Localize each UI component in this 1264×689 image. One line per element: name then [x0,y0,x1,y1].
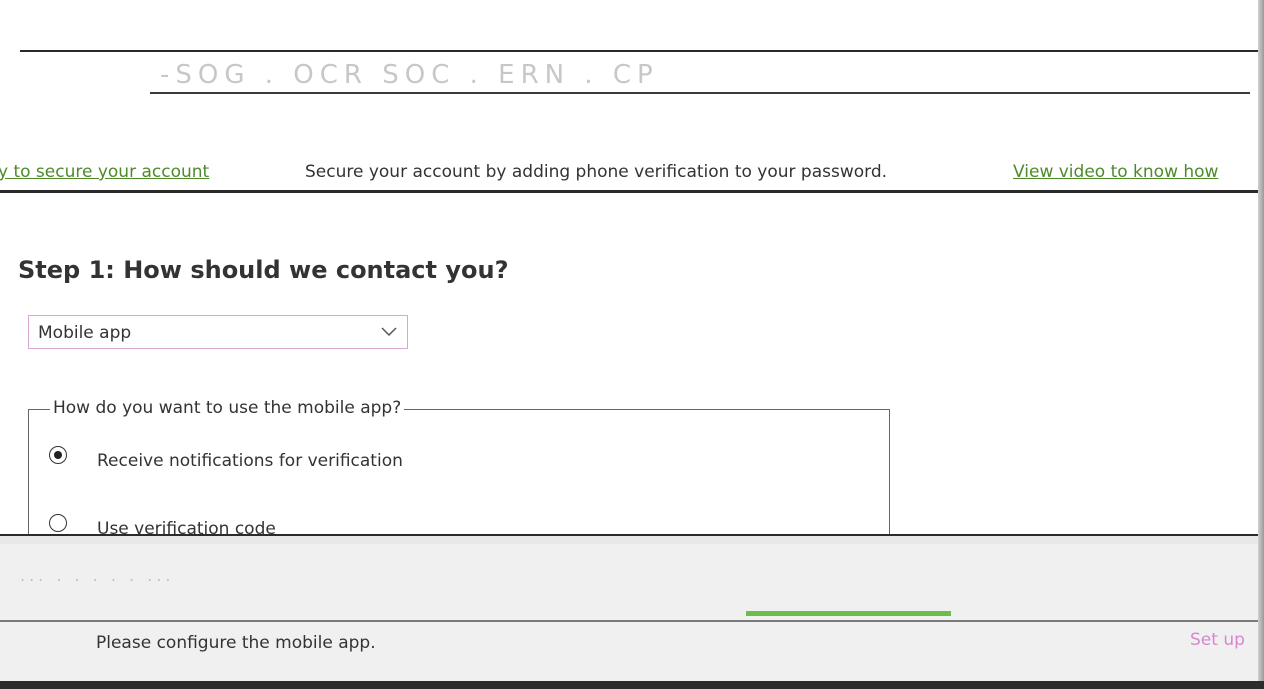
receive-notifications-label[interactable]: Receive notifications for verification [97,451,403,471]
receive-notifications-radio[interactable] [49,446,67,464]
footer-divider [0,620,1264,622]
step-1-heading: Step 1: How should we contact you? [18,256,509,284]
footer-garbled-text: ... . . . . . ... [20,566,175,585]
right-edge-shadow [1258,0,1264,689]
mobile-app-options-legend: How do you want to use the mobile app? [50,398,405,418]
view-video-link[interactable]: View video to know how [1013,162,1218,182]
use-verification-code-radio[interactable] [49,514,67,532]
banner-divider [0,190,1264,193]
header-underline [150,64,1250,94]
secure-account-link[interactable]: y to secure your account [0,162,209,182]
footer-band [0,534,1264,689]
banner-message: Secure your account by adding phone veri… [305,162,888,182]
contact-method-select[interactable]: Mobile app [28,315,408,349]
progress-indicator [746,611,951,616]
chevron-down-icon[interactable] [372,317,406,347]
status-message: Please configure the mobile app. [96,633,376,653]
contact-method-value: Mobile app [38,323,132,343]
set-up-link[interactable]: Set up [1190,630,1245,650]
footer-top-border [0,534,1264,544]
bottom-edge [0,681,1264,689]
